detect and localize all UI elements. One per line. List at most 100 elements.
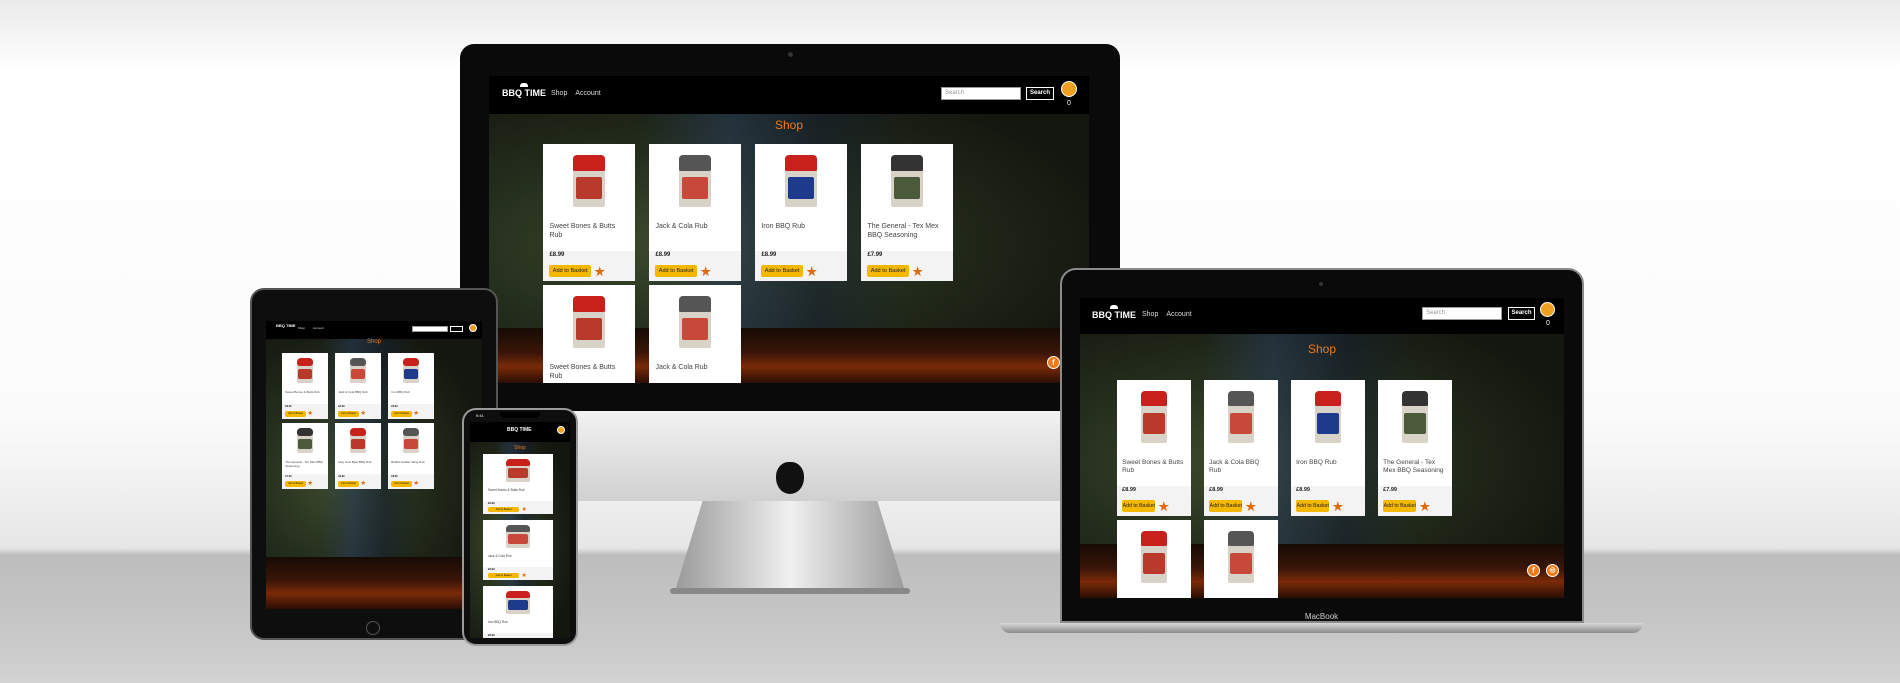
add-to-basket-button[interactable]: Add to Basket (338, 411, 359, 418)
search-input[interactable]: Search (1422, 307, 1502, 320)
favourite-star-icon[interactable]: ★ (1245, 500, 1257, 514)
basket-icon[interactable] (557, 426, 565, 434)
product-image[interactable] (573, 154, 605, 207)
search-button[interactable]: Search (1026, 87, 1054, 100)
favourite-star-icon[interactable]: ★ (307, 410, 313, 418)
nav-shop[interactable]: Shop (298, 326, 305, 330)
product-price: £8.99 (1296, 487, 1310, 494)
product-name[interactable]: Sweet Bones & Butts Rub (1122, 459, 1186, 475)
product-price: £8.99 (487, 633, 495, 637)
search-button[interactable]: Search (1508, 307, 1535, 320)
product-image[interactable] (1228, 530, 1254, 583)
basket-icon[interactable] (469, 324, 477, 332)
product-image[interactable] (1141, 530, 1167, 583)
product-image[interactable] (506, 458, 530, 482)
product-name[interactable]: Sweet Bones & Butts Rub (549, 223, 628, 240)
site-logo[interactable]: BBQ TIME (276, 323, 296, 328)
add-to-basket-button[interactable]: Add to Basket (391, 481, 412, 488)
nav-account[interactable]: Account (313, 326, 324, 330)
laptop-screen: BBQ TIME Shop Account Search Search 0 Sho… (1080, 298, 1564, 598)
product-image[interactable] (1141, 390, 1167, 443)
search-input[interactable] (412, 326, 448, 332)
favourite-star-icon[interactable]: ★ (413, 480, 419, 488)
product-image[interactable] (1402, 390, 1428, 443)
card-footer: £8.99 Add to Basket★ (388, 474, 434, 489)
favourite-star-icon[interactable]: ★ (522, 573, 527, 579)
add-to-basket-button[interactable]: Add to Basket (655, 264, 697, 277)
product-name[interactable]: Iron BBQ Rub (488, 620, 548, 625)
add-to-basket-button[interactable]: Add to Basket (867, 264, 909, 277)
product-name[interactable]: Sweet Bones & Butts Rub (549, 364, 628, 381)
phone-time: 9:41 (476, 413, 484, 418)
product-name[interactable]: The General - Tex Mex BBQ Seasoning (1383, 459, 1447, 475)
product-name[interactable]: Holy Cow Beef BBQ Rub (338, 461, 378, 465)
instagram-icon[interactable]: ◎ (1546, 564, 1559, 577)
search-input[interactable]: Search (941, 87, 1021, 100)
favourite-star-icon[interactable]: ★ (360, 410, 366, 418)
add-to-basket-button[interactable]: Add to Basket (285, 481, 306, 488)
nav-shop[interactable]: Shop (551, 90, 567, 97)
nav-account[interactable]: Account (575, 90, 600, 97)
add-to-basket-button[interactable]: Add to Basket (338, 481, 359, 488)
add-to-basket-button[interactable]: Add to Basket (391, 411, 412, 418)
product-image[interactable] (403, 428, 419, 454)
favourite-star-icon[interactable]: ★ (700, 264, 712, 279)
nav-shop[interactable]: Shop (1142, 311, 1158, 318)
product-name[interactable]: Jack & Cola Rub (655, 223, 734, 231)
add-to-basket-button[interactable]: Add to Basket (1122, 499, 1156, 512)
product-name[interactable]: Jack & Cola BBQ Rub (1209, 459, 1273, 475)
favourite-star-icon[interactable]: ★ (594, 264, 606, 279)
product-image[interactable] (297, 358, 313, 384)
product-name[interactable]: Iron BBQ Rub (391, 391, 431, 395)
product-image[interactable] (506, 590, 530, 614)
product-image[interactable] (1315, 390, 1341, 443)
favourite-star-icon[interactable]: ★ (307, 480, 313, 488)
add-to-basket-button[interactable]: Add to Basket (1296, 499, 1330, 512)
nav-account[interactable]: Account (1166, 311, 1191, 318)
product-name[interactable]: Jack & Cola Rub (488, 554, 548, 559)
product-name[interactable]: Iron BBQ Rub (761, 223, 840, 231)
favourite-star-icon[interactable]: ★ (806, 264, 818, 279)
product-name[interactable]: The General - Tex Mex BBQ Seasoning (867, 223, 946, 240)
add-to-basket-button[interactable]: Add to Basket (285, 411, 306, 418)
favourite-star-icon[interactable]: ★ (1419, 500, 1431, 514)
favourite-star-icon[interactable]: ★ (912, 264, 924, 279)
facebook-icon[interactable]: f (1527, 564, 1540, 577)
product-image[interactable] (350, 358, 366, 384)
basket-icon[interactable] (1540, 302, 1555, 317)
product-name[interactable]: Buffalo Soldier Wing Rub (391, 461, 431, 465)
product-image[interactable] (679, 295, 711, 348)
add-to-basket-button[interactable]: Add to Basket (487, 572, 520, 579)
add-to-basket-button[interactable]: Add to Basket (761, 264, 803, 277)
product-name[interactable]: Sweet Bones & Butts Rub (488, 488, 548, 493)
favourite-star-icon[interactable]: ★ (522, 507, 527, 513)
favourite-star-icon[interactable]: ★ (1158, 500, 1170, 514)
site-logo[interactable]: BBQ TIME (502, 83, 546, 98)
add-to-basket-button[interactable]: Add to Basket (487, 506, 520, 513)
search-button[interactable] (450, 326, 463, 332)
add-to-basket-button[interactable]: Add to Basket (549, 264, 591, 277)
product-image[interactable] (506, 524, 530, 548)
add-to-basket-button[interactable]: Add to Basket (1209, 499, 1243, 512)
favourite-star-icon[interactable]: ★ (360, 480, 366, 488)
product-image[interactable] (1228, 390, 1254, 443)
site-logo[interactable]: BBQ TIME (507, 427, 531, 433)
product-image[interactable] (573, 295, 605, 348)
product-image[interactable] (785, 154, 817, 207)
product-name[interactable]: Jack & Cola BBQ Rub (338, 391, 378, 395)
product-name[interactable]: Sweet Bones & Butts Rub (285, 391, 325, 395)
product-name[interactable]: Jack & Cola Rub (655, 364, 734, 372)
product-name[interactable]: The General - Tex Mex BBQ Seasoning (285, 460, 325, 468)
product-image[interactable] (891, 154, 923, 207)
add-to-basket-button[interactable]: Add to Basket (1383, 499, 1417, 512)
favourite-star-icon[interactable]: ★ (413, 410, 419, 418)
product-image[interactable] (350, 428, 366, 454)
site-logo[interactable]: BBQ TIME (1092, 305, 1136, 320)
product-image[interactable] (297, 428, 313, 454)
basket-icon[interactable] (1061, 81, 1077, 97)
product-image[interactable] (679, 154, 711, 207)
jar-lid (1228, 530, 1254, 547)
product-image[interactable] (403, 358, 419, 384)
product-name[interactable]: Iron BBQ Rub (1296, 459, 1360, 467)
favourite-star-icon[interactable]: ★ (1332, 500, 1344, 514)
